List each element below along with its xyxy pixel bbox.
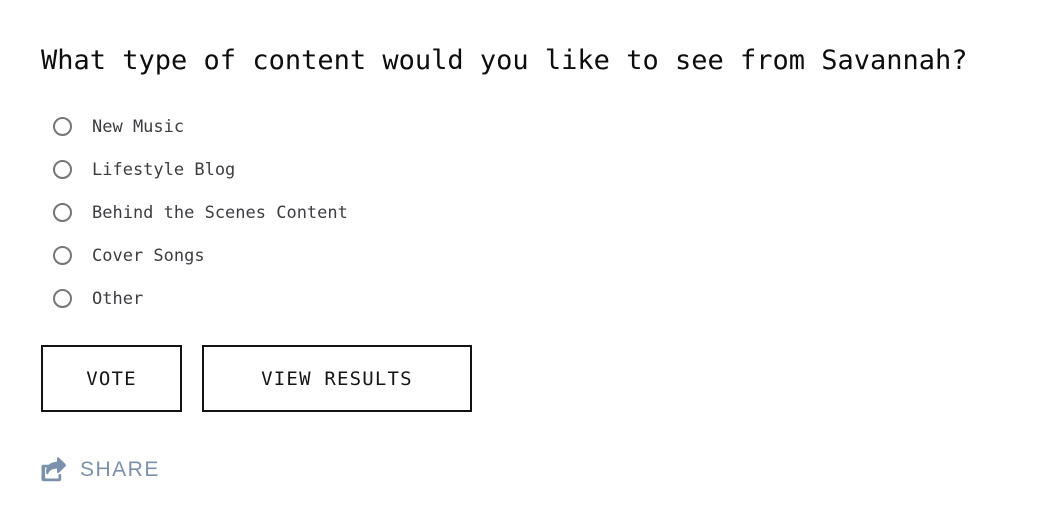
poll-option-label: New Music bbox=[92, 116, 185, 137]
poll-question: What type of content would you like to s… bbox=[41, 45, 968, 76]
poll-option-label: Other bbox=[92, 288, 144, 309]
poll-option-label: Cover Songs bbox=[92, 245, 205, 266]
poll-actions: VOTE VIEW RESULTS bbox=[41, 345, 472, 412]
view-results-button[interactable]: VIEW RESULTS bbox=[202, 345, 472, 412]
radio-button-icon[interactable] bbox=[53, 246, 72, 265]
poll-option-behind-the-scenes-content[interactable]: Behind the Scenes Content bbox=[41, 191, 741, 234]
poll-option-new-music[interactable]: New Music bbox=[41, 105, 741, 148]
radio-button-icon[interactable] bbox=[53, 117, 72, 136]
poll-options-list: New Music Lifestyle Blog Behind the Scen… bbox=[41, 105, 741, 320]
radio-button-icon[interactable] bbox=[53, 203, 72, 222]
radio-button-icon[interactable] bbox=[53, 289, 72, 308]
radio-button-icon[interactable] bbox=[53, 160, 72, 179]
poll-option-other[interactable]: Other bbox=[41, 277, 741, 320]
poll-option-label: Behind the Scenes Content bbox=[92, 202, 348, 223]
vote-button[interactable]: VOTE bbox=[41, 345, 182, 412]
share-button[interactable]: SHARE bbox=[41, 457, 160, 483]
poll-option-cover-songs[interactable]: Cover Songs bbox=[41, 234, 741, 277]
poll-option-label: Lifestyle Blog bbox=[92, 159, 236, 180]
poll-widget: What type of content would you like to s… bbox=[0, 0, 1039, 518]
poll-option-lifestyle-blog[interactable]: Lifestyle Blog bbox=[41, 148, 741, 191]
share-label: SHARE bbox=[80, 458, 160, 481]
share-square-icon bbox=[41, 457, 67, 483]
